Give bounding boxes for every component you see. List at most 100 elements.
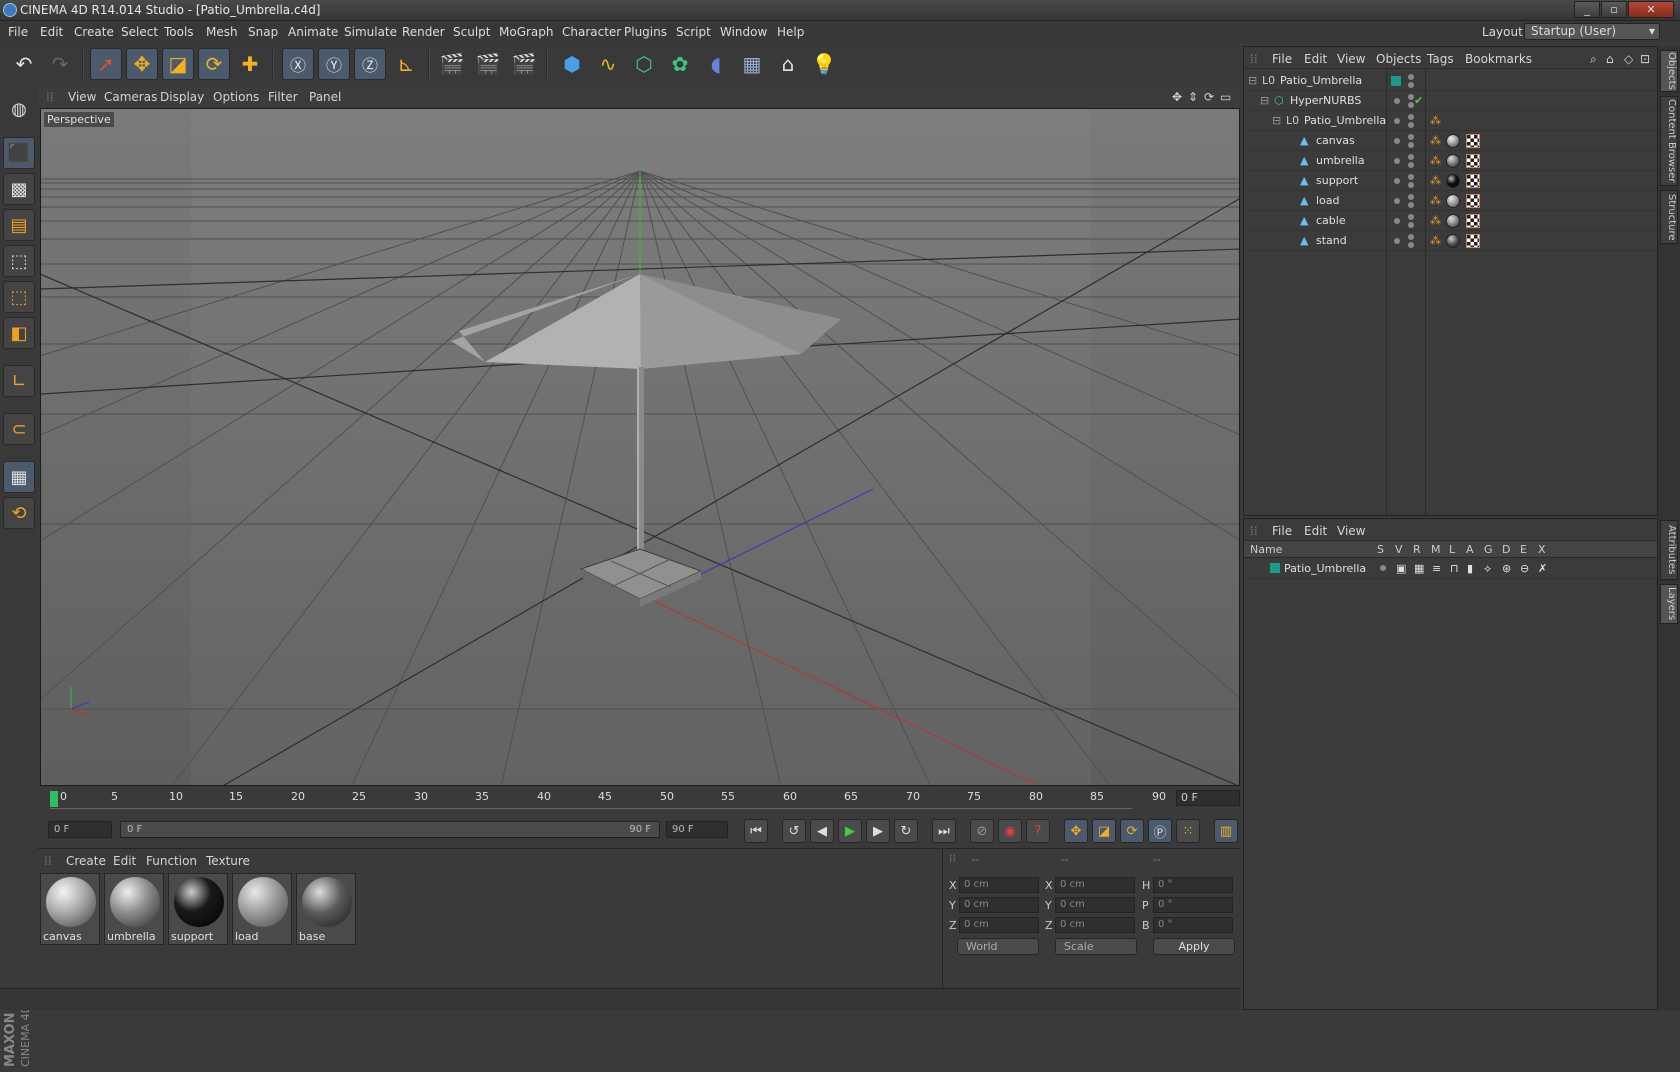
deformer-icon[interactable]: ◖ <box>700 48 732 80</box>
tree-item[interactable]: ⊟ L0 Patio_Umbrella ⁂ <box>1244 111 1657 131</box>
maximize-view-icon[interactable]: ▭ <box>1220 90 1231 104</box>
tree-item[interactable]: ▲ canvas ⁂ <box>1244 131 1657 151</box>
zoom-view-icon[interactable]: ⇕ <box>1188 90 1198 104</box>
column-animation[interactable]: A <box>1466 543 1474 556</box>
phong-tag-icon[interactable]: ⁂ <box>1430 234 1441 247</box>
expand-icon[interactable]: ⊟ <box>1272 114 1281 127</box>
tree-item[interactable]: ▲ cable ⁂ <box>1244 211 1657 231</box>
rotation-h-field[interactable]: 0 ° <box>1153 877 1233 893</box>
workplane-lock-icon[interactable]: ▦ <box>3 461 35 493</box>
material-swatch[interactable]: umbrella <box>104 873 164 945</box>
uvw-tag-icon[interactable] <box>1466 174 1480 188</box>
material-tag-icon[interactable] <box>1446 134 1460 148</box>
render-visibility-dot[interactable] <box>1408 162 1414 168</box>
end-frame-field[interactable]: 90 F <box>666 821 728 838</box>
z-axis-lock-icon[interactable]: Ⓩ <box>354 48 386 80</box>
object-menu-file[interactable]: File <box>1272 52 1292 66</box>
tree-item[interactable]: ▲ stand ⁂ <box>1244 231 1657 251</box>
tab-layers[interactable]: Layers <box>1660 584 1678 624</box>
phong-tag-icon[interactable]: ⁂ <box>1430 114 1441 127</box>
render-visibility-dot[interactable] <box>1408 202 1414 208</box>
next-key-icon[interactable]: ↻ <box>894 819 918 843</box>
tree-item[interactable]: ⊟ ⬡ HyperNURBS ✔ <box>1244 91 1657 111</box>
column-expressions[interactable]: E <box>1520 543 1527 556</box>
menu-render[interactable]: Render <box>402 25 445 39</box>
key-scale-icon[interactable]: ◪ <box>1092 819 1116 843</box>
make-editable-icon[interactable]: ◍ <box>3 93 35 125</box>
menu-script[interactable]: Script <box>676 25 711 39</box>
phong-tag-icon[interactable]: ⁂ <box>1430 174 1441 187</box>
object-menu-bookmarks[interactable]: Bookmarks <box>1465 52 1532 66</box>
back-icon[interactable]: ◇ <box>1624 52 1633 66</box>
tab-objects[interactable]: Objects <box>1660 50 1678 92</box>
uvw-tag-icon[interactable] <box>1466 154 1480 168</box>
tab-content-browser[interactable]: Content Browser <box>1660 96 1678 186</box>
prev-key-icon[interactable]: ↺ <box>782 819 806 843</box>
points-mode-icon[interactable]: ⬚ <box>3 245 35 277</box>
apply-button[interactable]: Apply <box>1153 938 1235 955</box>
object-menu-edit[interactable]: Edit <box>1304 52 1327 66</box>
material-swatch[interactable]: base <box>296 873 356 945</box>
render-picture-viewer-icon[interactable]: 🎬 <box>472 48 504 80</box>
enabled-check-icon[interactable]: ✔ <box>1414 94 1423 107</box>
animation-toggle-icon[interactable]: ▮ <box>1467 562 1473 575</box>
menu-select[interactable]: Select <box>121 25 158 39</box>
texture-mode-icon[interactable]: ▩ <box>3 173 35 205</box>
editor-visibility-dot[interactable] <box>1408 154 1414 160</box>
key-pla-icon[interactable]: ⁙ <box>1176 819 1200 843</box>
deformers-toggle-icon[interactable]: ⊛ <box>1502 562 1511 575</box>
editor-visibility-dot[interactable] <box>1408 134 1414 140</box>
visibility-dot[interactable] <box>1394 138 1400 144</box>
layer-color-swatch[interactable] <box>1270 563 1280 573</box>
scale-icon[interactable]: ◪ <box>162 48 194 80</box>
solo-toggle[interactable] <box>1380 565 1386 571</box>
workplane-mode-icon[interactable]: ▤ <box>3 209 35 241</box>
render-visibility-dot[interactable] <box>1408 222 1414 228</box>
position-z-field[interactable]: 0 cm <box>959 917 1039 933</box>
material-tag-icon[interactable] <box>1446 214 1460 228</box>
xref-toggle-icon[interactable]: ✗ <box>1538 562 1547 575</box>
uvw-tag-icon[interactable] <box>1466 194 1480 208</box>
position-y-field[interactable]: 0 cm <box>959 897 1039 913</box>
range-slider[interactable]: 0 F 90 F <box>120 821 660 838</box>
undo-icon[interactable]: ↶ <box>8 48 40 80</box>
goto-start-icon[interactable]: ⏮ <box>744 819 768 843</box>
menu-create[interactable]: Create <box>74 25 114 39</box>
menu-plugins[interactable]: Plugins <box>624 25 667 39</box>
axis-mode-icon[interactable]: ∟ <box>3 365 35 397</box>
column-render[interactable]: R <box>1413 543 1421 556</box>
expand-icon[interactable]: ⊟ <box>1260 94 1269 107</box>
lock-toggle-icon[interactable]: ⊓ <box>1450 562 1459 575</box>
render-settings-icon[interactable]: 🎬 <box>508 48 540 80</box>
coordinate-space-dropdown[interactable]: World <box>957 938 1039 955</box>
menu-mesh[interactable]: Mesh <box>206 25 238 39</box>
render-visibility-dot[interactable] <box>1408 182 1414 188</box>
visibility-dot[interactable] <box>1394 98 1400 104</box>
add-icon[interactable]: ✚ <box>234 48 266 80</box>
phong-tag-icon[interactable]: ⁂ <box>1430 154 1441 167</box>
menu-animate[interactable]: Animate <box>288 25 338 39</box>
material-swatch[interactable]: canvas <box>40 873 100 945</box>
x-axis-lock-icon[interactable]: Ⓧ <box>282 48 314 80</box>
menu-snap[interactable]: Snap <box>248 25 278 39</box>
material-tag-icon[interactable] <box>1446 194 1460 208</box>
play-icon[interactable]: ▶ <box>838 819 862 843</box>
timeline-ruler[interactable]: 0 5 10 15 20 25 30 35 40 45 50 55 60 65 … <box>40 787 1240 815</box>
record-icon[interactable]: ⊘ <box>970 819 994 843</box>
material-menu-texture[interactable]: Texture <box>206 854 250 868</box>
layer-menu-edit[interactable]: Edit <box>1304 524 1327 538</box>
move-icon[interactable]: ✥ <box>126 48 158 80</box>
autokey-icon[interactable]: ◉ <box>998 819 1022 843</box>
material-menu-create[interactable]: Create <box>66 854 106 868</box>
menu-file[interactable]: File <box>8 25 28 39</box>
phong-tag-icon[interactable]: ⁂ <box>1430 214 1441 227</box>
visibility-dot[interactable] <box>1394 218 1400 224</box>
material-tag-icon[interactable] <box>1446 234 1460 248</box>
tree-item[interactable]: ⊟ L0 Patio_Umbrella <box>1244 71 1657 91</box>
move-view-icon[interactable]: ✥ <box>1172 90 1182 104</box>
layer-menu-view[interactable]: View <box>1337 524 1365 538</box>
viewport-menu-filter[interactable]: Filter <box>268 90 298 104</box>
coordinate-system-icon[interactable]: ⊾ <box>390 48 422 80</box>
viewport-menu-cameras[interactable]: Cameras <box>104 90 157 104</box>
uvw-tag-icon[interactable] <box>1466 214 1480 228</box>
